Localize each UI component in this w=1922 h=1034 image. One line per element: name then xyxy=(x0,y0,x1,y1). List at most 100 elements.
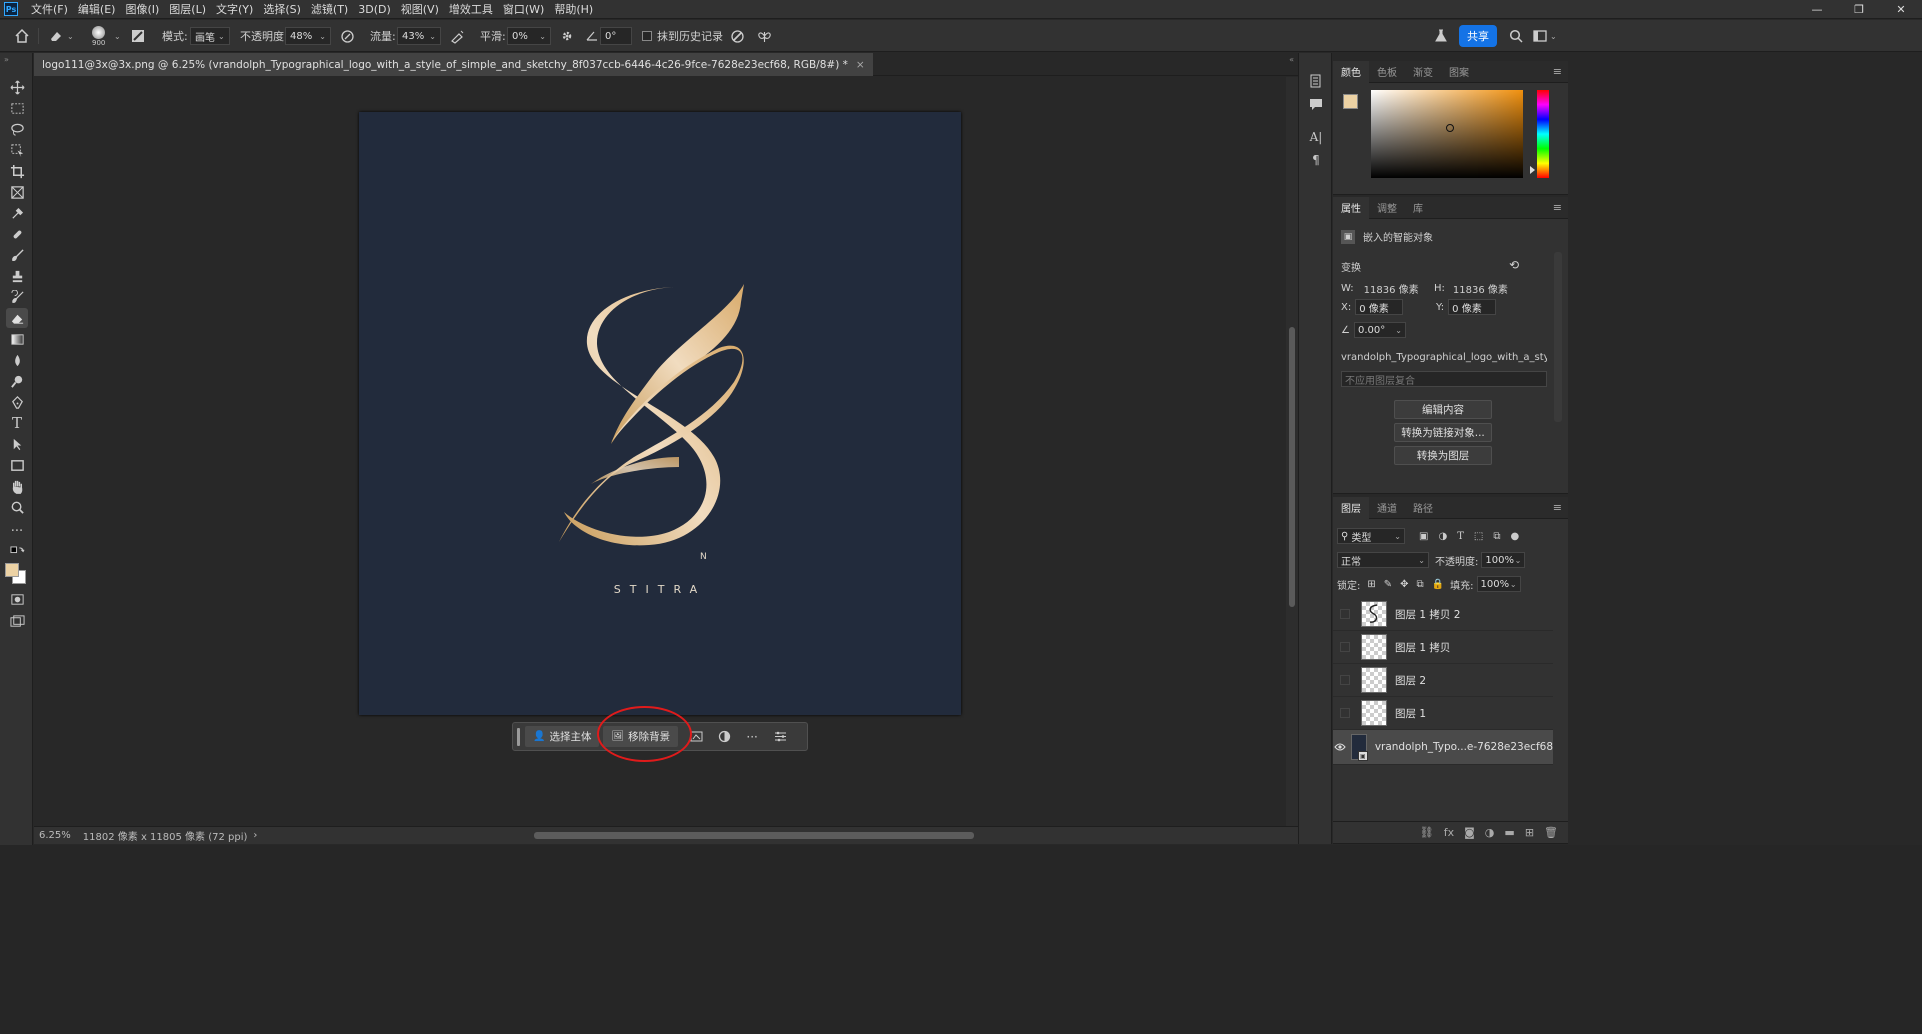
gradient-tool-icon[interactable] xyxy=(6,329,28,349)
task-bar-grip-handle[interactable] xyxy=(517,727,520,746)
mode-select[interactable]: 画笔 ⌄ xyxy=(190,27,230,45)
add-mask-icon[interactable]: ◙ xyxy=(1464,826,1475,839)
rectangle-tool-icon[interactable] xyxy=(6,455,28,475)
convert-to-layers-button[interactable]: 转换为图层 xyxy=(1394,446,1492,465)
layer-visibility-toggle[interactable] xyxy=(1333,708,1357,718)
healing-brush-tool-icon[interactable] xyxy=(6,224,28,244)
more-tools-icon[interactable]: ··· xyxy=(6,521,28,541)
erase-to-history-checkbox[interactable] xyxy=(642,31,652,41)
layer-filter-select[interactable]: ⚲ 类型 ⌄ xyxy=(1337,528,1405,544)
layer-name[interactable]: vrandolph_Typo...e-7628e23ecf68 xyxy=(1375,741,1553,753)
menu-3d[interactable]: 3D(D) xyxy=(353,3,396,16)
brush-size-picker[interactable]: 900 xyxy=(92,20,105,52)
marquee-tool-icon[interactable] xyxy=(6,98,28,118)
layer-visibility-toggle[interactable] xyxy=(1333,609,1357,619)
filter-type-icon[interactable]: T xyxy=(1457,531,1464,542)
comments-panel-icon[interactable] xyxy=(1308,96,1324,112)
fill-field[interactable]: 100% ⌄ xyxy=(1476,576,1521,592)
blend-mode-select[interactable]: 正常 ⌄ xyxy=(1337,552,1429,568)
filter-adjustment-icon[interactable]: ◑ xyxy=(1438,531,1447,542)
edit-contents-button[interactable]: 编辑内容 xyxy=(1394,400,1492,419)
close-tab-icon[interactable]: × xyxy=(856,59,865,71)
restore-button[interactable]: ❐ xyxy=(1838,0,1880,19)
document-tab[interactable]: logo111@3x@3x.png @ 6.25% (vrandolph_Typ… xyxy=(34,53,873,76)
pen-tool-icon[interactable] xyxy=(6,392,28,412)
reset-transform-icon[interactable]: ⟲ xyxy=(1509,258,1519,272)
menu-plugins[interactable]: 增效工具 xyxy=(444,1,498,17)
frame-tool-icon[interactable] xyxy=(6,182,28,202)
layer-visibility-toggle[interactable] xyxy=(1333,642,1357,652)
filter-shape-icon[interactable]: ⬚ xyxy=(1474,531,1483,542)
tab-color[interactable]: 颜色 xyxy=(1333,60,1369,83)
layer-style-fx-icon[interactable]: fx xyxy=(1444,826,1454,839)
lock-transparency-icon[interactable]: ⊞ xyxy=(1367,579,1375,590)
more-options-icon[interactable]: ··· xyxy=(738,726,766,747)
close-window-button[interactable]: ✕ xyxy=(1880,0,1922,19)
layers-panel-menu-icon[interactable]: ≡ xyxy=(1553,501,1562,514)
collapse-toolbar-icon[interactable]: » xyxy=(4,55,9,64)
eraser-tool-preset-icon[interactable]: ⌄ xyxy=(48,20,74,52)
menu-select[interactable]: 选择(S) xyxy=(258,1,306,17)
hand-tool-icon[interactable] xyxy=(6,476,28,496)
airbrush-icon[interactable] xyxy=(450,20,465,52)
brush-size-chevron-icon[interactable]: ⌄ xyxy=(114,20,121,52)
path-selection-tool-icon[interactable] xyxy=(6,434,28,454)
zoom-level[interactable]: 6.25% xyxy=(39,830,71,841)
tab-swatches[interactable]: 色板 xyxy=(1369,61,1405,83)
opacity-field[interactable]: 48% ⌄ xyxy=(285,27,331,45)
angle-field[interactable]: 0° xyxy=(600,27,632,45)
tab-properties[interactable]: 属性 xyxy=(1333,196,1369,219)
screen-mode-icon[interactable] xyxy=(6,611,28,631)
crop-tool-icon[interactable] xyxy=(6,161,28,181)
filter-pixel-icon[interactable]: ▣ xyxy=(1419,531,1428,542)
lasso-tool-icon[interactable] xyxy=(6,119,28,139)
layer-comp-select[interactable]: 不应用图层复合 xyxy=(1341,371,1547,387)
home-icon[interactable] xyxy=(14,20,30,52)
symmetry-butterfly-icon[interactable] xyxy=(757,20,772,52)
tab-channels[interactable]: 通道 xyxy=(1369,497,1405,519)
properties-panel-menu-icon[interactable]: ≡ xyxy=(1553,201,1562,214)
dodge-tool-icon[interactable] xyxy=(6,371,28,391)
tab-layers[interactable]: 图层 xyxy=(1333,496,1369,519)
hue-slider-handle[interactable] xyxy=(1530,166,1535,174)
foreground-color-swatch[interactable] xyxy=(1343,94,1358,109)
color-picker-ring[interactable] xyxy=(1446,124,1454,132)
eyedropper-tool-icon[interactable] xyxy=(6,203,28,223)
delete-layer-trash-icon[interactable]: 🗑 xyxy=(1544,826,1558,839)
layer-row[interactable]: 图层 2 xyxy=(1333,664,1553,697)
quick-mask-icon[interactable] xyxy=(6,589,28,609)
layer-name[interactable]: 图层 2 xyxy=(1395,673,1426,688)
menu-type[interactable]: 文字(Y) xyxy=(211,1,258,17)
properties-scrollbar[interactable] xyxy=(1554,252,1562,422)
tab-adjustments[interactable]: 调整 xyxy=(1369,197,1405,219)
tab-paths[interactable]: 路径 xyxy=(1405,497,1441,519)
tab-libraries[interactable]: 库 xyxy=(1405,197,1431,219)
layer-row-selected[interactable]: ▣ vrandolph_Typo...e-7628e23ecf68 xyxy=(1333,730,1553,765)
search-icon[interactable] xyxy=(1509,20,1523,52)
menu-image[interactable]: 图像(I) xyxy=(120,1,164,17)
lock-all-icon[interactable]: 🔒 xyxy=(1432,579,1444,590)
horizontal-scrollbar-thumb[interactable] xyxy=(534,832,974,839)
layer-opacity-field[interactable]: 100% ⌄ xyxy=(1481,552,1526,568)
layer-row[interactable]: 图层 1 xyxy=(1333,697,1553,730)
color-field[interactable] xyxy=(1371,90,1523,178)
new-adjustment-icon[interactable]: ◑ xyxy=(1485,826,1495,839)
pressure-size-icon[interactable] xyxy=(730,20,745,52)
convert-to-linked-button[interactable]: 转换为链接对象... xyxy=(1394,423,1492,442)
character-panel-icon[interactable]: A| xyxy=(1308,129,1324,145)
menu-view[interactable]: 视图(V) xyxy=(396,1,444,17)
history-brush-tool-icon[interactable] xyxy=(6,287,28,307)
vertical-scrollbar-thumb[interactable] xyxy=(1289,327,1295,607)
new-group-folder-icon[interactable]: ▬ xyxy=(1504,826,1514,839)
layer-name[interactable]: 图层 1 拷贝 xyxy=(1395,640,1450,655)
type-tool-icon[interactable]: T xyxy=(6,413,28,433)
canvas-area[interactable]: N STITRA 👤 选择主体 🖼 移除背景 ··· xyxy=(34,77,1286,826)
task-bar-settings-icon[interactable] xyxy=(766,726,794,747)
menu-help[interactable]: 帮助(H) xyxy=(549,1,598,17)
labs-flask-icon[interactable] xyxy=(1434,20,1448,52)
workspace-icon[interactable]: ⌄ xyxy=(1533,20,1557,52)
vertical-scrollbar[interactable] xyxy=(1286,77,1298,826)
brush-tool-icon[interactable] xyxy=(6,245,28,265)
blur-tool-icon[interactable] xyxy=(6,350,28,370)
zoom-tool-icon[interactable] xyxy=(6,497,28,517)
